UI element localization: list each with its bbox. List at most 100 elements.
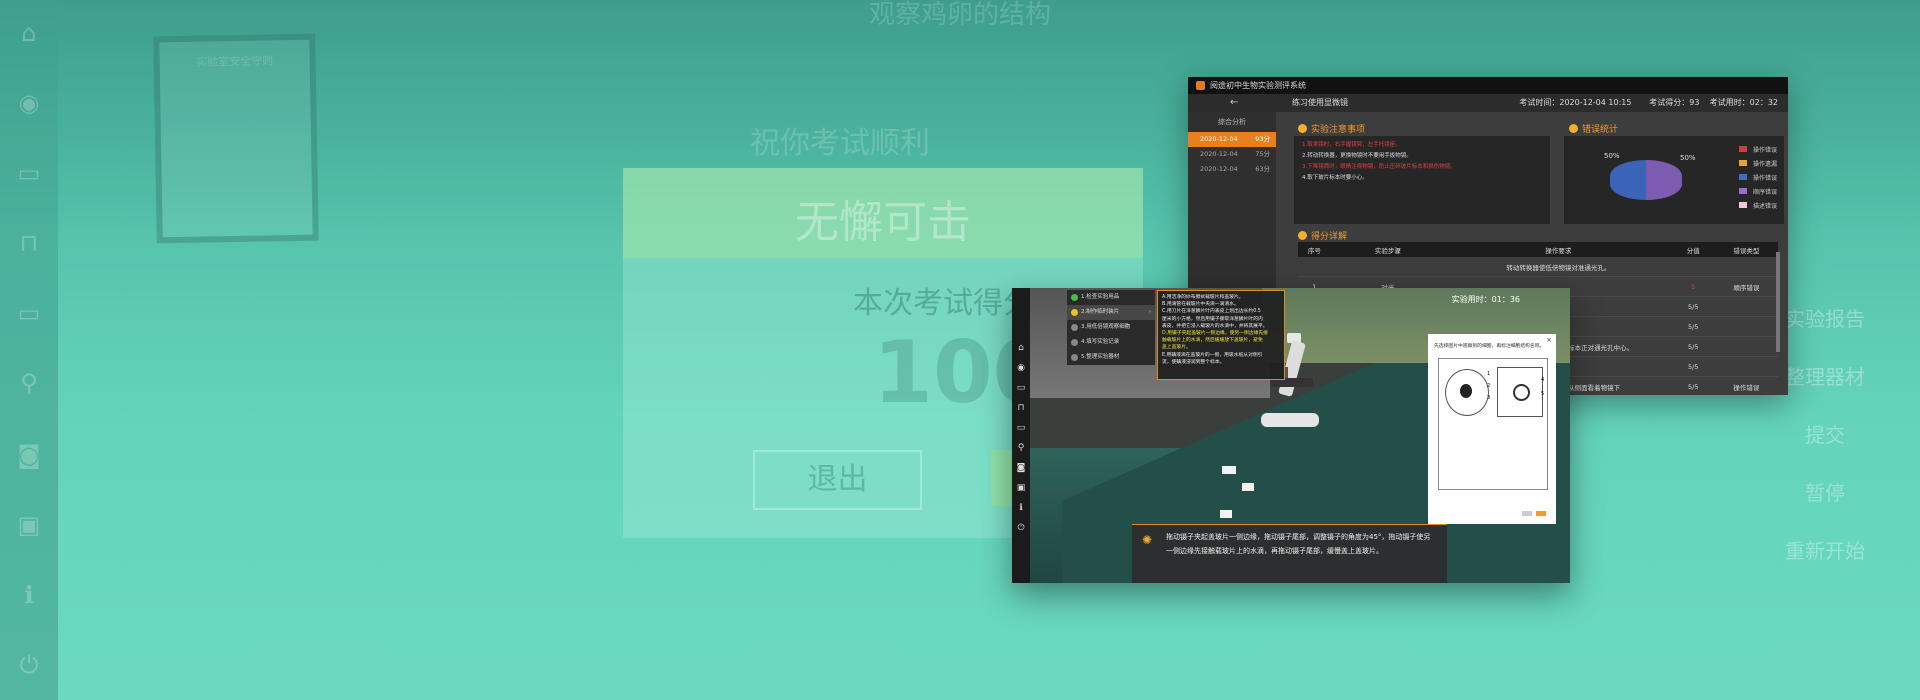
- step-label: 4.填写实验记录: [1081, 339, 1120, 345]
- lock-icon[interactable]: ⊓: [1012, 398, 1030, 418]
- legend-label: 描述错误: [1753, 203, 1778, 210]
- error-title: 错误统计: [1569, 122, 1618, 135]
- cell-req: 转动转换器使低倍物镜对准通光孔。: [1445, 257, 1672, 277]
- cell-score: 5: [1671, 276, 1715, 297]
- cell-no: [1298, 257, 1331, 277]
- step-label: 2.制作临时装片: [1081, 309, 1120, 315]
- note-line: 4.取下玻片标本时要小心。: [1302, 175, 1368, 181]
- tool-icon: ⚲: [20, 369, 38, 397]
- lock-icon: ⊓: [19, 229, 39, 257]
- back-arrow-icon[interactable]: ←: [1230, 94, 1238, 112]
- step-item[interactable]: 5.整理实验器材: [1067, 350, 1155, 365]
- cell-err: [1714, 296, 1778, 317]
- dialog-exit-button[interactable]: 退出: [753, 450, 922, 510]
- video-icon[interactable]: ▣: [1012, 478, 1030, 498]
- box-icon[interactable]: ▭: [1012, 378, 1030, 398]
- glass-slide[interactable]: [1220, 510, 1232, 518]
- cell-err: [1714, 316, 1778, 337]
- step-item[interactable]: 1.检查实验用品: [1067, 290, 1155, 305]
- home-icon[interactable]: ⌂: [1012, 338, 1030, 358]
- table-scrollbar[interactable]: [1776, 252, 1780, 352]
- legend-item: 顺序错误: [1739, 188, 1777, 202]
- detail-line: B.用滴管在载玻片中央滴一滴清水。: [1162, 302, 1239, 308]
- label-number: 1: [1487, 371, 1491, 377]
- col-no: 序号: [1298, 242, 1331, 257]
- detail-line: 流，使碘液浸润到整个标本。: [1162, 359, 1225, 365]
- record-date: 2020-12-04: [1200, 165, 1238, 173]
- glass-slide[interactable]: [1222, 466, 1236, 474]
- app-logo-icon: [1196, 81, 1205, 90]
- video-icon: ▣: [17, 511, 41, 539]
- notes-panel: 1.取拿镜时，右手握镜臂，左手托镜座。 2.转动转换器，更换物镜时不要用手扳物镜…: [1294, 136, 1550, 224]
- quiz-reset-button[interactable]: [1522, 511, 1532, 516]
- step-status-dot: [1071, 294, 1078, 301]
- record-item[interactable]: 2020-12-04 93分: [1188, 132, 1276, 147]
- step-label: 5.整理实验器材: [1081, 354, 1120, 360]
- cell-diagram: 1 2 3 4 5: [1438, 358, 1548, 490]
- cell-nucleus: [1513, 384, 1530, 401]
- quiz-submit-button[interactable]: [1536, 511, 1546, 516]
- record-date: 2020-12-04: [1200, 135, 1238, 143]
- tool-icon[interactable]: ⚲: [1012, 438, 1030, 458]
- cell-nucleus: [1460, 384, 1472, 398]
- notes-title: 实验注意事项: [1298, 122, 1365, 135]
- eye-icon: ◉: [18, 89, 40, 117]
- step-status-dot: [1071, 354, 1078, 361]
- detail-line: E.用碘液滴在盖玻片的一侧，用吸水纸从对侧引: [1162, 352, 1263, 358]
- box-icon: ▭: [17, 159, 41, 187]
- step-item[interactable]: 2.制作临时装片 ›: [1067, 305, 1155, 320]
- window-titlebar: 阅途初中生物实验测评系统: [1188, 77, 1788, 94]
- legend-label: 操作错误: [1753, 175, 1778, 182]
- plant-cell-image[interactable]: [1497, 367, 1543, 417]
- detail-title: 得分详解: [1298, 229, 1347, 242]
- legend-label: 顺序错误: [1753, 189, 1778, 196]
- exam-info: 考试时间：2020-12-04 10:15 考试得分：93 考试用时：02：32: [1519, 94, 1788, 112]
- lightbulb-icon: ✺: [1142, 533, 1153, 547]
- record-item[interactable]: 2020-12-04 75分: [1188, 147, 1276, 162]
- record-item[interactable]: 2020-12-04 63分: [1188, 162, 1276, 177]
- poster-title: 实验室安全守则: [196, 54, 274, 69]
- step-item[interactable]: 3.用低倍镜观察细胞: [1067, 320, 1155, 335]
- col-score: 分值: [1671, 242, 1715, 257]
- cell-err: 顺序错误: [1714, 276, 1778, 297]
- info-icon[interactable]: ℹ: [1012, 498, 1030, 518]
- detail-line: 触载玻片上的水滴，然后缓缓放下盖玻片，避免: [1162, 338, 1263, 344]
- menu-restart[interactable]: 重新开始: [1730, 522, 1920, 580]
- camera-icon[interactable]: ◙: [1012, 458, 1030, 478]
- step-status-dot: [1071, 309, 1078, 316]
- cell-err: [1714, 336, 1778, 357]
- power-icon[interactable]: ⏻: [1012, 518, 1030, 538]
- pie-label-right: 50%: [1680, 154, 1696, 162]
- cell-err: 操作错误: [1714, 376, 1778, 395]
- pie-label-left: 50%: [1604, 152, 1620, 160]
- cell-quiz-panel: × 先选择图片中观察到的细胞，再标注细胞结构名称。 1 2 3 4 5: [1428, 334, 1556, 524]
- col-req: 操作要求: [1445, 242, 1672, 257]
- eye-icon[interactable]: ◉: [1012, 358, 1030, 378]
- cell-err: [1714, 257, 1778, 277]
- cover-slip[interactable]: [1242, 483, 1254, 491]
- close-icon[interactable]: ×: [1546, 336, 1552, 344]
- cell-score: 5/5: [1671, 316, 1715, 337]
- cell-err: [1714, 356, 1778, 377]
- power-icon: ⏻: [19, 651, 39, 679]
- step-item[interactable]: 4.填写实验记录: [1067, 335, 1155, 350]
- detail-line: A.用洁净的纱布擦拭载玻片和盖玻片。: [1162, 295, 1244, 300]
- menu-pause[interactable]: 暂停: [1730, 464, 1920, 522]
- record-score: 93分: [1255, 135, 1270, 143]
- legend-swatch: [1739, 146, 1747, 152]
- legend-swatch: [1739, 188, 1747, 194]
- hint-bar: ✺ 拖动镊子夹起盖玻片一侧边缘，拖动镊子尾部，调整镊子的角度为45°，拖动镊子使…: [1132, 524, 1447, 583]
- animal-cell-image[interactable]: [1445, 369, 1489, 416]
- record-score: 63分: [1255, 165, 1270, 173]
- experiment-title: 练习使用显微镜: [1292, 98, 1348, 107]
- monitor-icon[interactable]: ▭: [1012, 418, 1030, 438]
- error-panel: 50% 50% 操作错误 操作遗漏 操作错误 顺序错误 描述错误: [1564, 136, 1784, 224]
- dialog-title: 无懈可击: [795, 197, 971, 248]
- analysis-header: 综合分析: [1218, 118, 1246, 126]
- app-title: 阅途初中生物实验测评系统: [1210, 81, 1306, 90]
- record-date: 2020-12-04: [1200, 150, 1238, 158]
- pie-slice-blue: [1610, 160, 1646, 200]
- legend-item: 操作遗漏: [1739, 160, 1777, 174]
- pie-slice-purple: [1646, 160, 1682, 200]
- menu-submit[interactable]: 提交: [1730, 406, 1920, 464]
